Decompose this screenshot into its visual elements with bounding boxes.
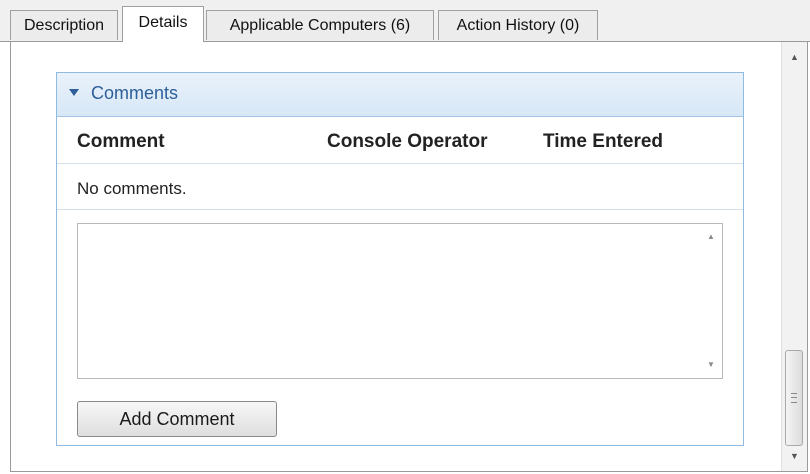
scroll-up-arrow-icon[interactable]: ▲ [782,44,807,70]
comment-input[interactable]: ▲ ▼ [77,223,723,379]
comments-header[interactable]: Comments [57,73,743,117]
comments-title: Comments [91,83,179,103]
header-divider [57,163,743,164]
tab-applicable-computers[interactable]: Applicable Computers (6) [206,10,434,40]
tab-description[interactable]: Description [10,10,118,40]
tab-action-history[interactable]: Action History (0) [438,10,598,40]
scroll-down-arrow-icon[interactable]: ▼ [700,354,722,376]
grip-icon [791,393,797,403]
scrollbar-thumb[interactable] [785,350,803,446]
comment-input-scrollbar[interactable]: ▲ ▼ [700,224,722,378]
tab-bar: Description Details Applicable Computers… [0,0,810,42]
empty-comments-message: No comments. [77,179,187,198]
column-header-comment: Comment [77,131,165,152]
scroll-up-arrow-icon[interactable]: ▲ [700,226,722,248]
column-header-time-entered: Time Entered [543,131,664,152]
add-comment-button[interactable]: Add Comment [77,401,277,437]
column-header-console-operator: Console Operator [327,131,488,152]
comments-section: Comments Comment Console Operator Time E… [56,72,744,446]
row-divider [57,209,743,210]
panel-scrollbar[interactable]: ▲ ▼ [781,42,807,471]
scroll-down-arrow-icon[interactable]: ▼ [782,443,807,469]
collapse-triangle-icon[interactable] [69,89,79,96]
tab-details[interactable]: Details [122,6,204,42]
